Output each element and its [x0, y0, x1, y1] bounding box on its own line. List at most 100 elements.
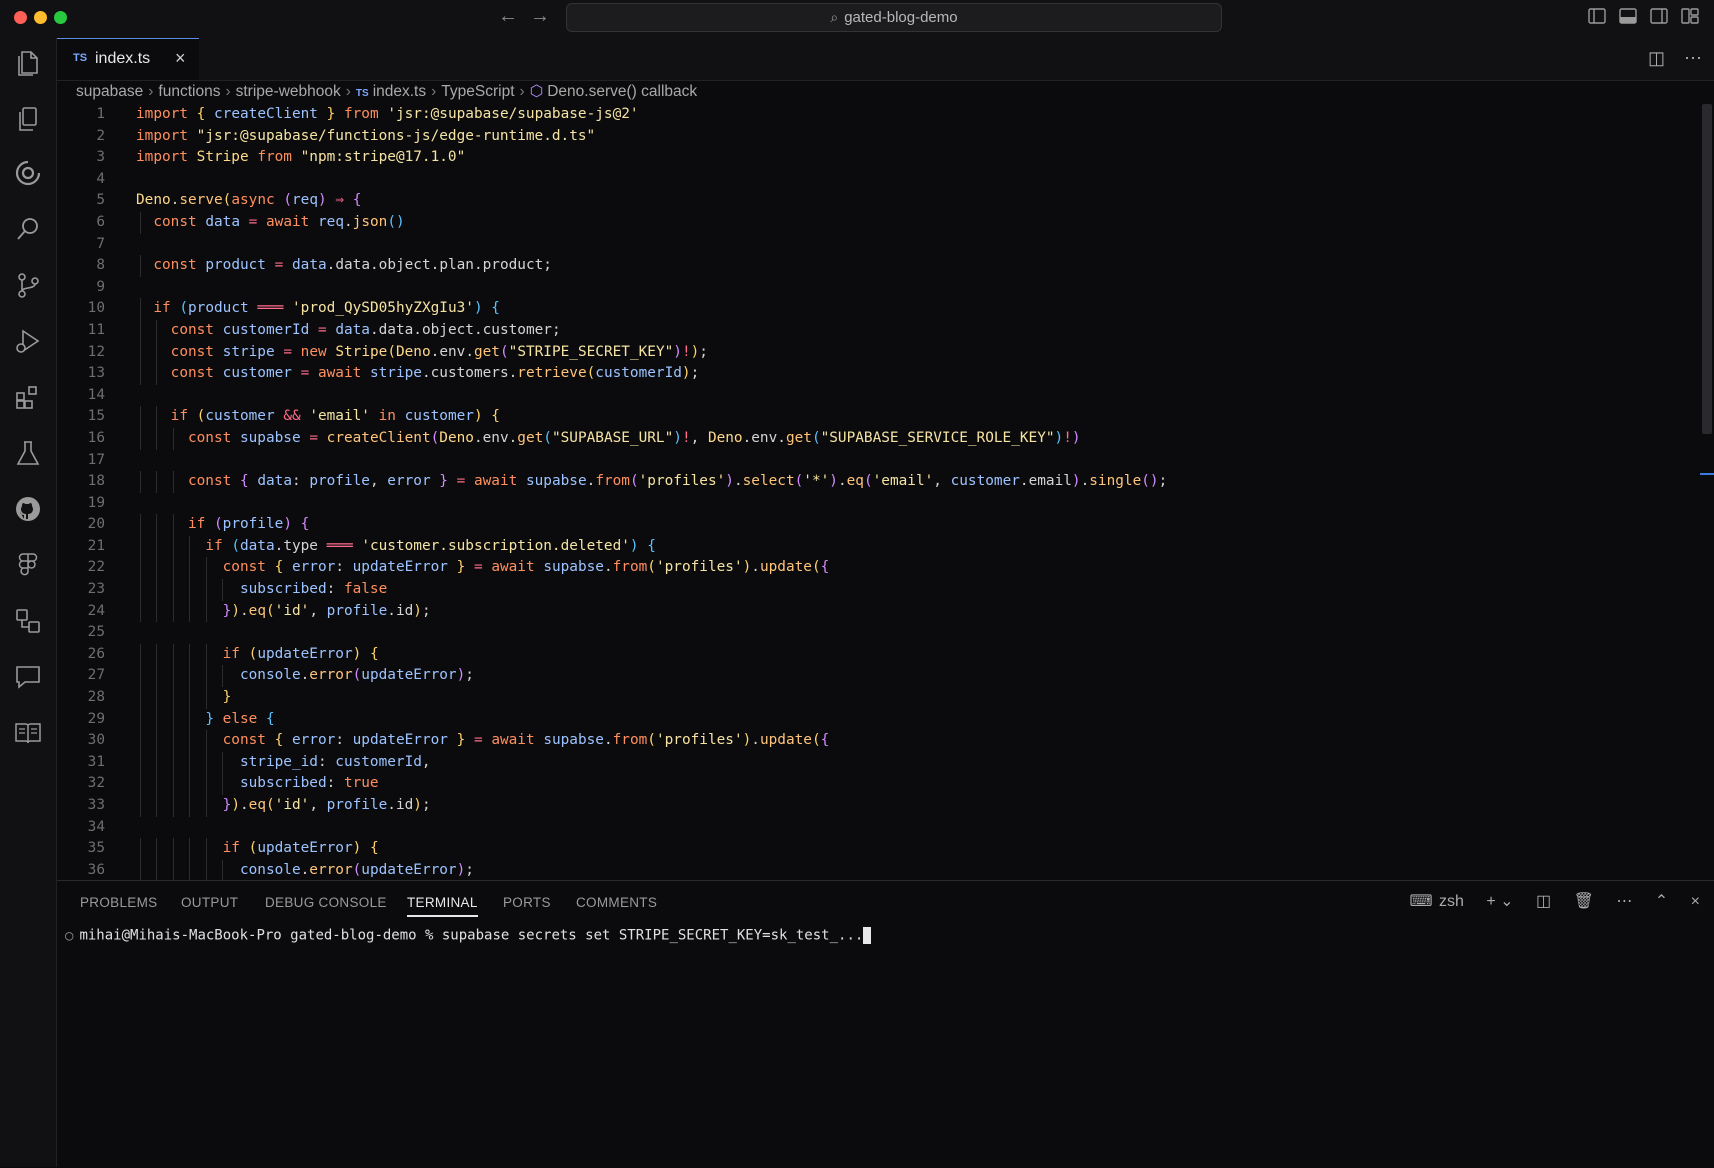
code-line: 9 [57, 277, 1697, 299]
back-arrow-icon[interactable]: ← [498, 5, 518, 28]
code-text: Deno.serve(async (req) ⇒ { [136, 192, 362, 209]
code-text: if (updateError) { [222, 840, 379, 857]
maximize-panel-icon[interactable]: ⌃ [1655, 893, 1668, 910]
breadcrumb-item[interactable]: stripe-webhook [236, 83, 341, 100]
code-text: const { data: profile, error } = await s… [187, 473, 1168, 490]
code-text: const customerId = data.data.object.cust… [170, 321, 561, 338]
code-editor[interactable]: 1 import { createClient } from 'jsr:@supa… [57, 104, 1697, 880]
line-number: 18 [87, 473, 105, 490]
breadcrumb-item[interactable]: TypeScript [441, 83, 514, 100]
book-icon[interactable] [13, 718, 43, 748]
customize-layout-icon[interactable] [1681, 8, 1699, 24]
source-control-icon[interactable] [13, 270, 43, 300]
line-number: 5 [96, 192, 105, 209]
breadcrumb-item[interactable]: Deno.serve() callback [547, 83, 697, 100]
toggle-panel-icon[interactable] [1619, 8, 1637, 24]
code-text: if (data.type ═══ 'customer.subscription… [205, 537, 656, 554]
typescript-icon: TS [355, 88, 369, 99]
more-actions-icon[interactable]: ⋯ [1684, 48, 1702, 68]
code-line: 27 console.error(updateError); [57, 665, 1697, 688]
line-number: 21 [87, 537, 105, 554]
line-number: 26 [87, 645, 105, 662]
chevron-right-icon: › [225, 83, 231, 100]
code-line: 18 const { data: profile, error } = awai… [57, 471, 1697, 493]
code-text: if (product ═══ 'prod_QySD05hyZXgIu3') { [153, 300, 500, 317]
code-text: stripe_id: customerId, [239, 753, 431, 770]
line-number: 22 [87, 559, 105, 576]
breadcrumb-item[interactable]: functions [158, 83, 220, 100]
title-bar: ← → ⌕ gated-blog-demo [0, 0, 1714, 39]
code-text: const supabse = createClient(Deno.env.ge… [187, 429, 1081, 446]
code-text: const product = data.data.object.plan.pr… [153, 257, 552, 274]
terminal-shell-icon[interactable]: ⌨ zsh [1409, 893, 1463, 910]
terminal-line[interactable]: ○ mihai@Mihais-MacBook-Pro gated-blog-dem… [65, 927, 872, 944]
code-text: console.error(updateError); [239, 667, 474, 684]
split-editor-icon[interactable]: ◫ [1648, 48, 1665, 68]
breadcrumb-item[interactable]: index.ts [373, 83, 426, 100]
terminal-status-icon: ○ [65, 927, 74, 944]
search-icon[interactable] [13, 214, 43, 244]
code-text: const { error: updateError } = await sup… [222, 732, 830, 749]
line-number: 14 [87, 386, 105, 403]
line-number: 29 [87, 710, 105, 727]
split-terminal-icon[interactable]: ◫ [1536, 893, 1551, 910]
code-line: 4 [57, 169, 1697, 191]
panel-tab-comments[interactable]: COMMENTS [576, 895, 657, 910]
bottom-panel: PROBLEMS OUTPUT DEBUG CONSOLE TERMINAL P… [57, 880, 1714, 1168]
command-center-search[interactable]: ⌕ gated-blog-demo [566, 3, 1222, 32]
editor-tab-bar: TS index.ts × ◫ ⋯ [57, 38, 1714, 81]
code-line: 13 const customer = await stripe.custome… [57, 363, 1697, 385]
code-line: 17 [57, 450, 1697, 472]
chat-icon[interactable] [13, 662, 43, 692]
scrollbar-cursor-marker [1700, 473, 1714, 475]
timeline-icon[interactable] [13, 158, 43, 188]
explorer-icon[interactable] [13, 48, 43, 78]
panel-tab-terminal[interactable]: TERMINAL [407, 895, 478, 917]
code-line: 3 import Stripe from "npm:stripe@17.1.0" [57, 147, 1697, 169]
copy-icon[interactable] [13, 104, 43, 134]
code-line: 5 Deno.serve(async (req) ⇒ { [57, 190, 1697, 212]
breadcrumb: supabase › functions › stripe-webhook › TS inde… [76, 82, 697, 104]
code-text: const data = await req.json() [153, 213, 405, 230]
close-panel-icon[interactable]: × [1691, 893, 1700, 910]
editor-scrollbar[interactable] [1702, 104, 1712, 434]
code-text: import { createClient } from 'jsr:@supab… [136, 106, 639, 122]
new-terminal-icon[interactable]: + ⌄ [1486, 893, 1513, 910]
typescript-icon: TS [73, 52, 88, 64]
trash-icon[interactable]: 🗑 [1574, 893, 1594, 910]
code-line: 36 console.error(updateError); [57, 859, 1697, 880]
breadcrumb-item[interactable]: supabase [76, 83, 143, 100]
remote-explorer-icon[interactable] [13, 606, 43, 636]
symbol-method-icon: ⬡ [529, 83, 544, 100]
code-line: 30 const { error: updateError } = await … [57, 730, 1697, 752]
run-debug-icon[interactable] [13, 326, 43, 356]
window-maximize-button[interactable] [54, 11, 67, 24]
editor-actions: ◫ ⋯ [1648, 48, 1702, 69]
forward-arrow-icon[interactable]: → [530, 5, 550, 28]
tab-index-ts[interactable]: TS index.ts × [57, 38, 199, 80]
line-number: 36 [87, 861, 105, 878]
close-icon[interactable]: × [175, 48, 186, 69]
code-text: console.error(updateError); [239, 861, 474, 878]
extensions-icon[interactable] [13, 382, 43, 412]
github-icon[interactable] [13, 494, 43, 524]
activity-bar [0, 38, 57, 1167]
terminal-cursor [863, 927, 872, 944]
more-actions-icon[interactable]: ⋯ [1616, 893, 1632, 910]
panel-tab-output[interactable]: OUTPUT [181, 895, 238, 910]
code-line: 22 const { error: updateError } = await … [57, 557, 1697, 580]
shell-label: zsh [1438, 893, 1464, 910]
toggle-secondary-sidebar-icon[interactable] [1650, 8, 1668, 24]
testing-icon[interactable] [13, 438, 43, 468]
window-close-button[interactable] [14, 11, 27, 24]
code-text: const customer = await stripe.customers.… [170, 365, 700, 382]
figma-icon[interactable] [13, 550, 43, 580]
panel-tab-ports[interactable]: PORTS [503, 895, 551, 910]
line-number: 12 [87, 343, 105, 360]
panel-tab-debug-console[interactable]: DEBUG CONSOLE [265, 895, 387, 910]
toggle-primary-sidebar-icon[interactable] [1588, 8, 1606, 24]
panel-tab-problems[interactable]: PROBLEMS [80, 895, 157, 910]
line-number: 3 [96, 149, 105, 166]
window-minimize-button[interactable] [34, 11, 47, 24]
line-number: 1 [96, 106, 105, 122]
